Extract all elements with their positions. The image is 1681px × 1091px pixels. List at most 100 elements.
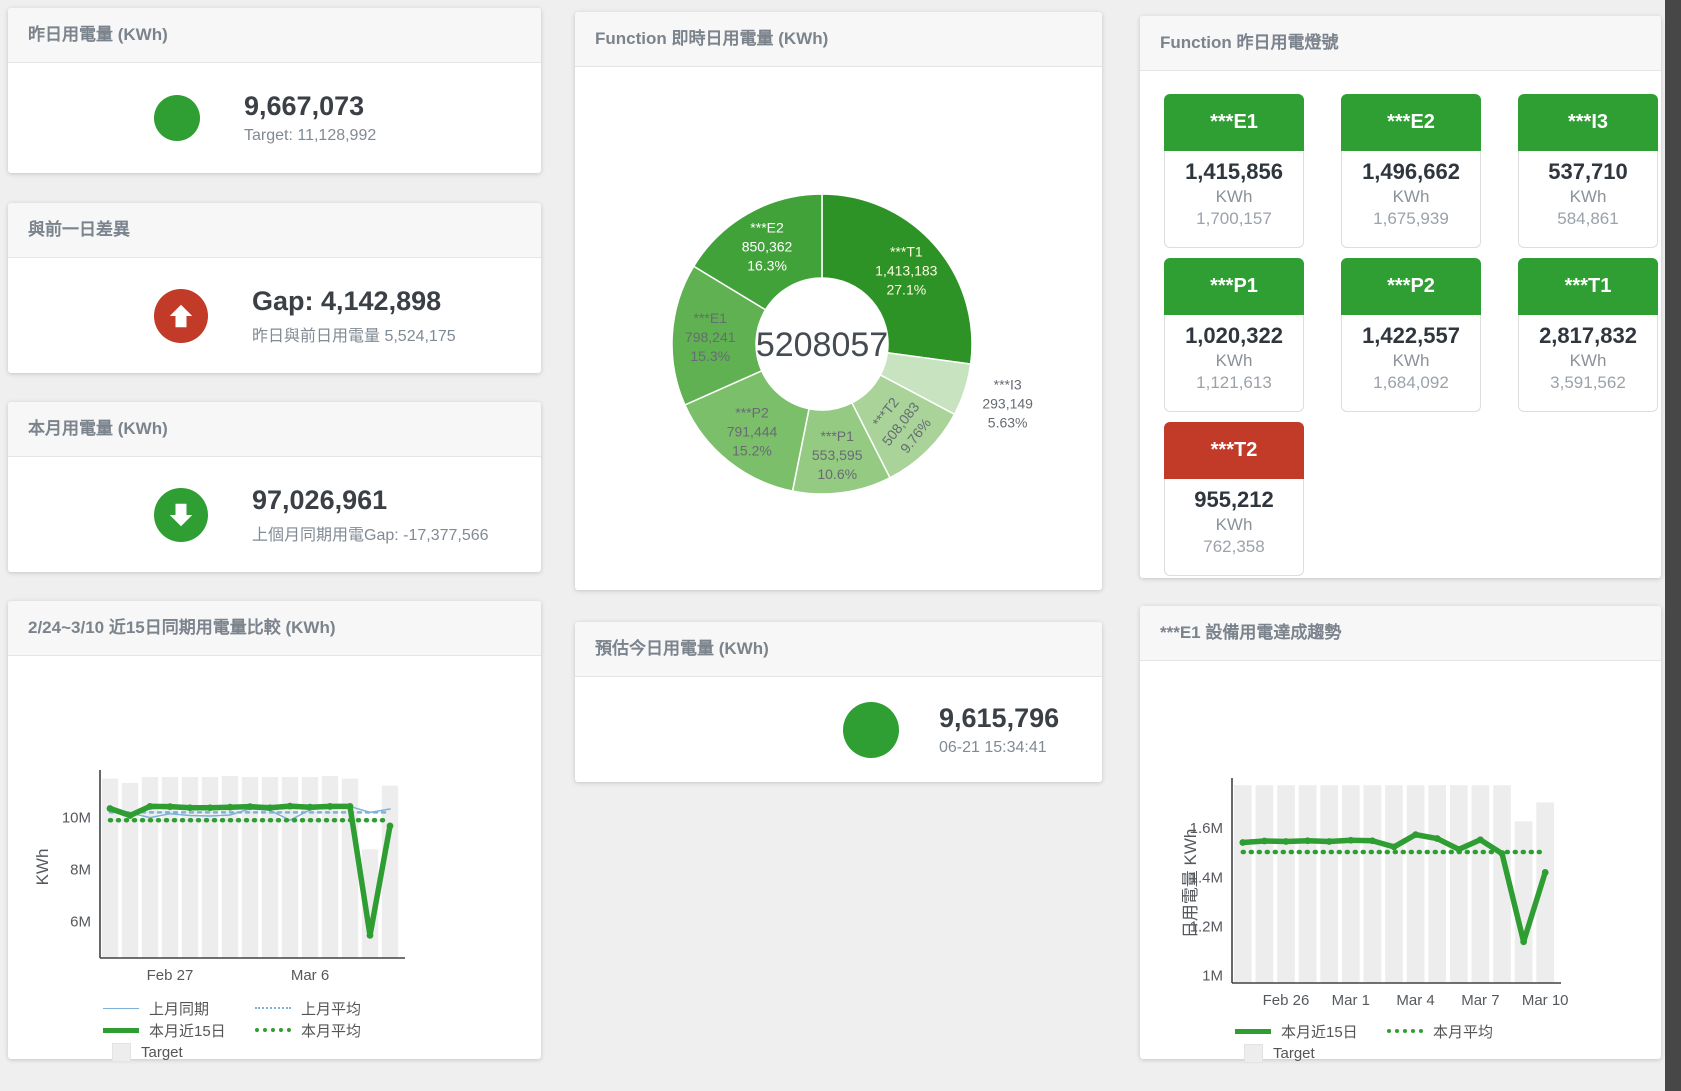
legend-label: 上月同期 — [149, 998, 209, 1019]
function-usage-donut-chart[interactable]: ***T11,413,18327.1%***I3293,1495.63%***T… — [575, 67, 1102, 588]
legend-item[interactable]: 本月平均 — [1387, 1021, 1539, 1042]
target-bar[interactable] — [262, 777, 278, 958]
x-tick-label: Mar 4 — [1396, 992, 1434, 1009]
legend-item[interactable]: Target — [103, 1043, 255, 1062]
card-title: 本月用電量 (KWh) — [8, 402, 541, 457]
legend-item[interactable]: 上月平均 — [255, 998, 407, 1019]
legend-item[interactable]: 本月平均 — [255, 1020, 407, 1041]
target-bar[interactable] — [1256, 785, 1274, 983]
day-gap-value: Gap: 4,142,898 — [252, 286, 456, 317]
svg-text:553,595: 553,595 — [812, 447, 863, 463]
compare-15day-chart[interactable]: 6M8M10MFeb 27Mar 6KWh — [8, 656, 541, 990]
svg-text:***E1: ***E1 — [693, 310, 727, 326]
dotted-line-swatch-icon — [255, 1007, 291, 1009]
legend-label: 本月近15日 — [1281, 1021, 1358, 1042]
tile-body: 1,496,662KWh1,675,939 — [1341, 151, 1481, 248]
device-tile[interactable]: ***T2955,212KWh762,358 — [1164, 422, 1304, 576]
target-bar[interactable] — [202, 777, 218, 958]
device-tile[interactable]: ***E11,415,856KWh1,700,157 — [1164, 94, 1304, 248]
target-bar[interactable] — [1320, 785, 1338, 983]
svg-text:16.3%: 16.3% — [747, 257, 787, 273]
device-tile[interactable]: ***P21,422,557KWh1,684,092 — [1341, 258, 1481, 412]
y-tick-label: 8M — [70, 862, 91, 879]
target-bar[interactable] — [1277, 785, 1295, 983]
card-estimate-today: 預估今日用電量 (KWh) 9,615,796 06-21 15:34:41 — [575, 622, 1102, 782]
donut-center-total: 5208057 — [756, 326, 888, 364]
tile-unit: KWh — [1342, 187, 1480, 207]
tile-status-header: ***T1 — [1518, 258, 1658, 315]
x-tick-label: Feb 27 — [147, 967, 194, 984]
target-bar[interactable] — [1234, 785, 1252, 983]
device-tile[interactable]: ***E21,496,662KWh1,675,939 — [1341, 94, 1481, 248]
svg-text:***I3: ***I3 — [994, 377, 1022, 393]
device-tile[interactable]: ***T12,817,832KWh3,591,562 — [1518, 258, 1658, 412]
x-tick-label: Feb 26 — [1263, 992, 1310, 1009]
svg-text:10.6%: 10.6% — [817, 466, 857, 482]
tile-value: 1,020,322 — [1165, 323, 1303, 349]
card-month-usage: 本月用電量 (KWh) 97,026,961 上個月同期用電Gap: -17,3… — [8, 402, 541, 572]
tile-sub-value: 762,358 — [1165, 537, 1303, 557]
target-bar[interactable] — [1450, 785, 1468, 983]
target-bar[interactable] — [182, 777, 198, 958]
vertical-scrollbar[interactable] — [1665, 0, 1681, 1091]
card-compare-15day-chart: 2/24~3/10 近15日同期用電量比較 (KWh) 6M8M10MFeb 2… — [8, 601, 541, 1059]
tile-body: 537,710KWh584,861 — [1518, 151, 1658, 248]
tile-body: 1,415,856KWh1,700,157 — [1164, 151, 1304, 248]
y-tick-label: 10M — [62, 810, 91, 827]
tile-status-header: ***E2 — [1341, 94, 1481, 151]
e1-trend-chart[interactable]: 1M1.2M1.4M1.6MFeb 26Mar 1Mar 4Mar 7Mar 1… — [1140, 661, 1661, 1013]
device-tile[interactable]: ***P11,020,322KWh1,121,613 — [1164, 258, 1304, 412]
card-function-lights: Function 昨日用電燈號 ***E11,415,856KWh1,700,1… — [1140, 16, 1661, 578]
target-bar[interactable] — [1364, 785, 1382, 983]
card-title: 預估今日用電量 (KWh) — [575, 622, 1102, 677]
target-bar[interactable] — [1407, 785, 1425, 983]
target-bar[interactable] — [1342, 785, 1360, 983]
y-axis-label: 日用電量 KWh — [1181, 829, 1200, 939]
yesterday-usage-value: 9,667,073 — [244, 91, 376, 122]
dotted-line-swatch-icon — [255, 1028, 291, 1032]
target-bar[interactable] — [1472, 785, 1490, 983]
card-e1-trend-chart: ***E1 設備用電達成趨勢 1M1.2M1.4M1.6MFeb 26Mar 1… — [1140, 606, 1661, 1059]
yesterday-usage-target: Target: 11,128,992 — [244, 127, 376, 145]
svg-text:798,241: 798,241 — [685, 329, 736, 345]
legend-label: 本月近15日 — [149, 1020, 226, 1041]
tile-unit: KWh — [1165, 351, 1303, 371]
svg-text:***E2: ***E2 — [750, 219, 784, 235]
tile-unit: KWh — [1165, 515, 1303, 535]
svg-text:15.2%: 15.2% — [732, 442, 772, 458]
svg-text:27.1%: 27.1% — [886, 281, 926, 297]
target-bar[interactable] — [222, 776, 238, 958]
tile-body: 2,817,832KWh3,591,562 — [1518, 315, 1658, 412]
card-function-daily-donut: Function 即時日用電量 (KWh) ***T11,413,18327.1… — [575, 12, 1102, 590]
card-title: ***E1 設備用電達成趨勢 — [1140, 606, 1661, 661]
x-tick-label: Mar 1 — [1332, 992, 1370, 1009]
card-title: 昨日用電量 (KWh) — [8, 8, 541, 63]
card-title: 與前一日差異 — [8, 203, 541, 258]
legend-item[interactable]: 本月近15日 — [1235, 1021, 1387, 1042]
legend-item[interactable]: 上月同期 — [103, 998, 255, 1019]
svg-text:***T1: ***T1 — [890, 243, 923, 259]
target-bar[interactable] — [1428, 785, 1446, 983]
device-tile[interactable]: ***I3537,710KWh584,861 — [1518, 94, 1658, 248]
tile-status-header: ***E1 — [1164, 94, 1304, 151]
tile-body: 1,020,322KWh1,121,613 — [1164, 315, 1304, 412]
svg-text:15.3%: 15.3% — [690, 348, 730, 364]
legend-item[interactable]: Target — [1235, 1044, 1387, 1063]
tile-value: 1,496,662 — [1342, 159, 1480, 185]
tile-status-header: ***T2 — [1164, 422, 1304, 479]
target-bar[interactable] — [1385, 785, 1403, 983]
tile-value: 1,415,856 — [1165, 159, 1303, 185]
tile-value: 537,710 — [1519, 159, 1657, 185]
card-yesterday-usage: 昨日用電量 (KWh) 9,667,073 Target: 11,128,992 — [8, 8, 541, 173]
tile-unit: KWh — [1519, 351, 1657, 371]
month-usage-value: 97,026,961 — [252, 485, 489, 516]
tile-unit: KWh — [1342, 351, 1480, 371]
target-bar[interactable] — [122, 783, 138, 958]
tile-unit: KWh — [1165, 187, 1303, 207]
legend-item[interactable]: 本月近15日 — [103, 1020, 255, 1041]
target-bar[interactable] — [1299, 785, 1317, 983]
card-title: 2/24~3/10 近15日同期用電量比較 (KWh) — [8, 601, 541, 656]
target-bar[interactable] — [1515, 821, 1533, 983]
x-tick-label: Mar 7 — [1461, 992, 1499, 1009]
day-gap-sub: 昨日與前日用電量 5,524,175 — [252, 322, 456, 346]
